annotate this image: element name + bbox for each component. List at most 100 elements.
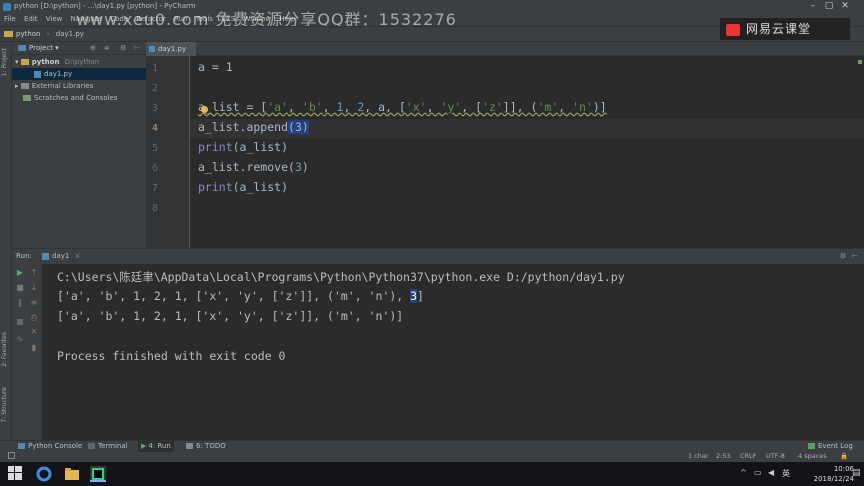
intention-bulb-icon[interactable] — [201, 106, 208, 113]
editor-tab-bar: day1.py × — [146, 42, 864, 67]
taskbar-clock[interactable]: 10:06 2018/12/24 — [814, 464, 854, 484]
status-position[interactable]: 2:53 — [716, 451, 731, 462]
maximize-button[interactable]: ▢ — [822, 0, 836, 13]
tab-day1[interactable]: day1.py × — [146, 42, 196, 67]
code-line-6: a_list.remove(3) — [198, 160, 309, 174]
minimize-button[interactable]: – — [806, 0, 820, 13]
hide-panel-icon[interactable]: ⊢ — [852, 249, 858, 264]
structure-tool-button[interactable]: 7: Structure — [1, 387, 8, 423]
pycharm-taskbar-icon[interactable] — [90, 466, 106, 482]
python-file-icon — [42, 252, 50, 260]
code-line-4: a_list.append(3) — [198, 120, 309, 134]
project-tool-button[interactable]: 1: Project — [1, 48, 8, 76]
file-explorer-icon[interactable] — [64, 466, 80, 482]
hide-icon[interactable]: ⊢ — [134, 42, 140, 55]
console-exit-message: Process finished with exit code 0 — [57, 349, 286, 363]
pin-icon[interactable]: ✎ — [16, 336, 24, 344]
line-number: 5 — [151, 143, 158, 154]
pycharm-icon — [3, 3, 11, 11]
inspection-ok-icon[interactable] — [858, 60, 862, 64]
project-panel: Project ▾ ⊕ ≑ ⚙ ⊢ ▾ python D:\python day… — [12, 42, 146, 248]
code-line-7: print(a_list) — [198, 180, 289, 194]
line-number: 2 — [151, 83, 158, 94]
menu-edit[interactable]: Edit — [24, 15, 38, 23]
status-selection: 1 char — [688, 452, 709, 460]
breadcrumb-separator-icon: › — [46, 30, 50, 38]
scroll-up-icon[interactable]: ↑ — [30, 269, 38, 277]
code-editor[interactable]: day1.py × 1 2 3 4 5 6 7 8 a = 1 a_list =… — [146, 42, 864, 248]
print-icon[interactable]: ⎙ — [30, 314, 38, 322]
folder-icon — [20, 59, 29, 65]
close-run-tab-icon[interactable]: × — [75, 252, 81, 260]
console-selection[interactable]: 3 — [410, 289, 418, 303]
trash-icon[interactable]: ▮ — [30, 344, 38, 352]
project-view-dropdown[interactable]: Project — [29, 44, 53, 52]
brand-mark-icon — [726, 23, 740, 36]
status-indent[interactable]: 4 spaces — [798, 451, 827, 462]
status-bar: 1 char 2:53 CRLF UTF-8 4 spaces 🔒 — [0, 451, 864, 462]
rerun-icon[interactable]: ▶ — [16, 269, 24, 277]
edge-browser-icon[interactable] — [36, 466, 52, 482]
line-number: 3 — [151, 103, 158, 114]
line-number: 6 — [151, 163, 158, 174]
python-file-icon — [34, 70, 41, 78]
tool-windows-icon[interactable] — [8, 452, 15, 459]
gear-icon[interactable]: ⚙ — [840, 249, 846, 264]
library-icon — [20, 83, 29, 89]
todo-icon — [186, 443, 193, 449]
terminal-icon — [88, 443, 95, 449]
tree-item-scratches[interactable]: Scratches and Consoles — [12, 92, 146, 104]
network-icon[interactable]: ▭ — [754, 468, 762, 477]
line-number: 1 — [151, 63, 158, 74]
code-line-5: print(a_list) — [198, 140, 289, 154]
line-number: 8 — [151, 203, 158, 214]
sync-icon[interactable]: ⊕ — [90, 42, 96, 55]
gear-icon[interactable]: ⚙ — [120, 42, 126, 55]
python-console-icon — [18, 443, 25, 449]
tray-chevron-icon[interactable]: ^ — [740, 468, 747, 477]
soft-wrap-icon[interactable]: ≡ — [30, 299, 38, 307]
breadcrumb-project[interactable]: python — [16, 30, 41, 38]
run-toolbar: ▶ ↑ ■ ↓ ‖ ≡ ▦ ⎙ ✎ ✕ ▮ — [12, 264, 42, 441]
stop-icon[interactable]: ■ — [16, 284, 24, 292]
left-tool-strip: 1: Project 2: Favorites 7: Structure — [0, 42, 12, 440]
line-number: 4 — [151, 123, 158, 134]
favorites-tool-button[interactable]: 2: Favorites — [1, 332, 8, 367]
windows-start-icon[interactable] — [8, 466, 24, 482]
run-icon: ▶ — [141, 442, 147, 450]
breadcrumb-file[interactable]: day1.py — [56, 30, 84, 38]
project-icon — [18, 45, 26, 51]
scratches-icon — [23, 95, 31, 101]
status-encoding[interactable]: UTF-8 — [766, 451, 785, 462]
menu-file[interactable]: File — [4, 15, 16, 23]
python-file-icon — [149, 46, 155, 52]
project-panel-header: Project ▾ ⊕ ≑ ⚙ ⊢ — [12, 42, 146, 55]
pause-icon[interactable]: ‖ — [16, 299, 24, 307]
code-line-1: a = 1 — [198, 60, 233, 74]
windows-taskbar: ^ ▭ ◀ 英 10:06 2018/12/24 ▤ — [0, 462, 864, 486]
notification-icon[interactable]: ▤ — [852, 468, 861, 478]
layout-icon[interactable]: ▦ — [16, 318, 24, 326]
tree-item-python[interactable]: ▾ python D:\python — [12, 56, 146, 68]
run-config-tab[interactable]: day1 — [52, 252, 69, 260]
close-button[interactable]: ✕ — [838, 0, 852, 13]
tree-item-external-libraries[interactable]: ▸ External Libraries — [12, 80, 146, 92]
clear-icon[interactable]: ✕ — [30, 328, 38, 336]
scroll-down-icon[interactable]: ↓ — [30, 284, 38, 292]
run-panel: Run: day1 × ⚙ ⊢ ▶ ↑ ■ ↓ ‖ ≡ ▦ ⎙ ✎ ✕ ▮ C:… — [12, 248, 864, 441]
ime-indicator[interactable]: 英 — [782, 468, 790, 479]
console-command-line: C:\Users\陈廷聿\AppData\Local\Programs\Pyth… — [57, 270, 625, 284]
console-output-line-2: ['a', 'b', 1, 2, 1, ['x', 'y', ['z']], (… — [57, 309, 404, 323]
run-panel-header: Run: day1 × ⚙ ⊢ — [12, 249, 864, 264]
status-line-separator[interactable]: CRLF — [740, 451, 756, 462]
volume-icon[interactable]: ◀ — [768, 468, 774, 477]
folder-icon — [4, 31, 13, 37]
line-number-gutter: 1 2 3 4 5 6 7 8 — [146, 56, 190, 248]
lock-icon[interactable]: 🔒 — [840, 451, 848, 462]
collapse-icon[interactable]: ≑ — [104, 42, 110, 55]
menu-view[interactable]: View — [46, 15, 63, 23]
run-label: Run: — [16, 252, 32, 260]
code-line-3: a_list = ['a', 'b', 1, 2, a, ['x', 'y', … — [198, 100, 607, 114]
console-output-line-1: ['a', 'b', 1, 2, 1, ['x', 'y', ['z']], (… — [57, 289, 424, 303]
tree-item-day1[interactable]: day1.py — [12, 68, 146, 80]
